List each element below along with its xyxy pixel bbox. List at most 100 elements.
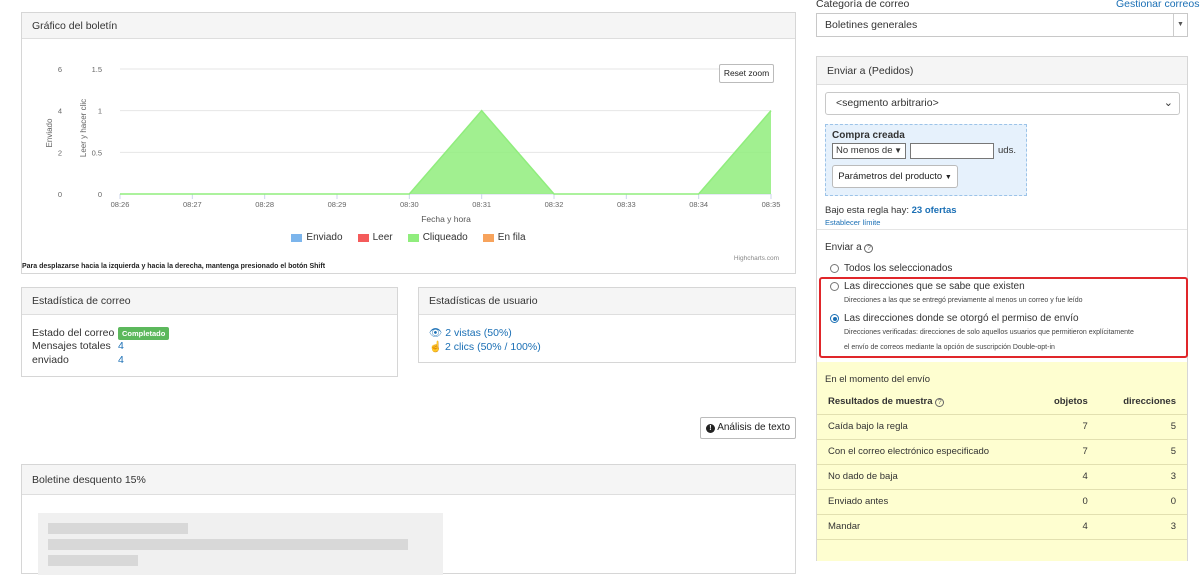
y-right-tick-label: 0 <box>98 190 102 199</box>
row-label: Enviado antes <box>817 489 1033 515</box>
newsletter-preview-title: Boletine desquento 15% <box>22 465 795 495</box>
total-messages-value: 4 <box>118 340 124 352</box>
row-label: Con el correo electrónico especificado <box>817 439 1033 465</box>
y-left-tick-label: 4 <box>58 107 62 116</box>
option-permission-granted-desc: Direcciones verificadas: direcciones de … <box>844 329 1134 336</box>
row-label: No dado de baja <box>817 464 1033 490</box>
mail-category-label: Categoría de correo <box>816 0 910 10</box>
sent-label: enviado <box>32 354 69 366</box>
table-row: Enviado antes 0 0 <box>817 489 1187 515</box>
x-tick-label: 08:30 <box>400 200 419 209</box>
legend-item-en-fila[interactable]: En fila <box>482 232 526 243</box>
rule-summary: Bajo esta regla hay: 23 ofertas <box>825 205 957 216</box>
legend-item-enviado[interactable]: Enviado <box>291 232 343 243</box>
option-known-addresses-desc: Direcciones a las que se entregó previam… <box>844 297 1083 304</box>
newsletter-chart-panel: Gráfico del boletín 0 0.5 1 1.5 0 2 4 6 08:26 08:… <box>21 12 796 274</box>
mail-stats-title: Estadística de correo <box>22 288 397 315</box>
manage-mails-link[interactable]: Gestionar correos <box>1116 0 1199 10</box>
info-icon: ! <box>705 424 715 433</box>
views-link[interactable]: 👁 2 vistas (50%) <box>429 326 512 339</box>
legend-item-leer[interactable]: Leer <box>357 232 393 243</box>
sent-value: 4 <box>118 354 124 366</box>
mail-category-select[interactable]: Boletines generales ▼ <box>816 13 1188 37</box>
table-row: No dado de baja 4 3 <box>817 464 1187 490</box>
option-permission-granted-label[interactable]: Las direcciones donde se otorgó el permi… <box>844 313 1079 324</box>
x-tick-label: 08:27 <box>183 200 202 209</box>
table-row: Caída bajo la regla 7 5 <box>817 414 1187 440</box>
quantity-unit: uds. <box>998 145 1016 156</box>
chart-legend: Enviado Leer Cliqueado En fila <box>22 232 795 245</box>
radio-all-selected[interactable] <box>830 264 839 273</box>
row-objects: 7 <box>1032 439 1099 465</box>
newsletter-preview-panel: Boletine desquento 15% <box>21 464 796 575</box>
row-objects: 4 <box>1032 514 1099 540</box>
y-right-tick-label: 1 <box>98 107 102 116</box>
table-row: Con el correo electrónico especificado 7… <box>817 439 1187 465</box>
results-header-objects: objetos <box>1032 389 1099 415</box>
chart-panel-title: Gráfico del boletín <box>22 13 795 39</box>
product-params-button[interactable]: Parámetros del producto ▼ <box>832 165 958 188</box>
option-permission-granted-desc-2: el envío de correos mediante la opción d… <box>844 344 1055 351</box>
y-right-tick-label: 0.5 <box>92 148 102 157</box>
row-addresses: 3 <box>1098 464 1187 490</box>
purchase-condition-box: Compra creada No menos de ▼ uds. Parámet… <box>825 124 1027 196</box>
row-objects: 7 <box>1032 414 1099 440</box>
table-row: Mandar 4 3 <box>817 514 1187 540</box>
y-left-tick-label: 6 <box>58 65 62 74</box>
eye-icon: 👁 <box>429 327 443 339</box>
send-to-panel: Enviar a (Pedidos) <segmento arbitrario>… <box>816 56 1188 561</box>
text-analysis-button[interactable]: ! Análisis de texto <box>700 417 796 439</box>
dropdown-arrow-icon: ▼ <box>1173 14 1187 36</box>
radio-known-addresses[interactable] <box>830 282 839 291</box>
caret-down-icon: ▼ <box>944 174 952 181</box>
help-icon[interactable]: ? <box>935 397 945 407</box>
x-tick-label: 08:31 <box>472 200 491 209</box>
x-tick-label: 08:29 <box>328 200 347 209</box>
send-moment-label: En el momento del envío <box>825 374 931 385</box>
radio-permission-granted[interactable] <box>830 314 839 323</box>
set-limit-link[interactable]: Establecer límite <box>825 218 880 227</box>
quantity-input[interactable] <box>910 143 994 159</box>
total-messages-label: Mensajes totales <box>32 340 111 352</box>
chevron-down-icon: ▼ <box>894 146 902 155</box>
pointer-hand-icon: ☝ <box>429 341 443 353</box>
purchase-title: Compra creada <box>832 130 905 141</box>
send-moment-section: En el momento del envío Resultados de mu… <box>817 362 1187 561</box>
clicks-link[interactable]: ☝ 2 clics (50% / 100%) <box>429 340 541 353</box>
send-to-section <box>817 229 1187 230</box>
x-tick-label: 08:32 <box>545 200 564 209</box>
results-table: Resultados de muestra ? objetos direccio… <box>817 389 1187 540</box>
y-right-tick-label: 1.5 <box>92 65 102 74</box>
offers-count-link[interactable]: 23 ofertas <box>912 205 957 216</box>
row-objects: 4 <box>1032 464 1099 490</box>
row-addresses: 3 <box>1098 514 1187 540</box>
row-addresses: 0 <box>1098 489 1187 515</box>
user-stats-panel: Estadísticas de usuario 👁 2 vistas (50%)… <box>418 287 796 363</box>
y-axis-left-label: Enviado <box>45 118 54 147</box>
row-objects: 0 <box>1032 489 1099 515</box>
x-tick-label: 08:34 <box>689 200 708 209</box>
row-addresses: 5 <box>1098 439 1187 465</box>
y-axis-right-label: Leer y hacer clic <box>79 99 88 157</box>
row-label: Caída bajo la regla <box>817 414 1033 440</box>
status-badge: Completado <box>118 327 170 340</box>
results-header-addresses: direcciones <box>1098 389 1187 415</box>
user-stats-title: Estadísticas de usuario <box>419 288 795 315</box>
x-tick-label: 08:33 <box>617 200 636 209</box>
option-all-selected-label[interactable]: Todos los seleccionados <box>844 263 952 274</box>
results-header-row: Resultados de muestra ? objetos direccio… <box>817 389 1187 415</box>
reset-zoom-button[interactable]: Reset zoom <box>719 64 774 83</box>
mail-status-label: Estado del correo <box>32 327 115 339</box>
operator-select[interactable]: No menos de ▼ <box>832 143 906 159</box>
x-tick-label: 08:26 <box>111 200 130 209</box>
row-addresses: 5 <box>1098 414 1187 440</box>
legend-item-cliqueado[interactable]: Cliqueado <box>407 232 468 243</box>
send-to-title: Enviar a (Pedidos) <box>817 57 1187 85</box>
segment-select[interactable]: <segmento arbitrario> ⌄ <box>825 92 1180 115</box>
results-header-sample: Resultados de muestra ? <box>817 389 1033 415</box>
option-known-addresses-label[interactable]: Las direcciones que se sabe que existen <box>844 281 1025 292</box>
y-left-tick-label: 2 <box>58 148 62 157</box>
help-icon[interactable]: ? <box>864 244 874 253</box>
chevron-down-icon: ⌄ <box>1163 97 1173 109</box>
newsletter-preview-image <box>38 513 443 575</box>
